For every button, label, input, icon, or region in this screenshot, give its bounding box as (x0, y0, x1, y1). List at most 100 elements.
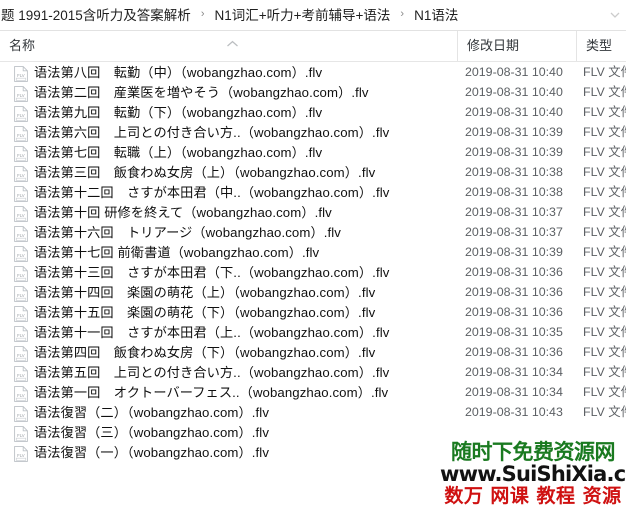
table-row[interactable]: FLV 语法第十回 研修を終えて（wobangzhao.com）.flv 2019-… (0, 203, 626, 223)
file-name-cell[interactable]: 语法第一回 オクトーバーフェス..（wobangzhao.com）.flv (34, 383, 454, 403)
file-type-cell: FLV 文件 (583, 385, 626, 399)
file-type-cell: FLV 文件 (583, 405, 626, 419)
file-date-cell (465, 423, 577, 443)
file-name-cell[interactable]: 语法復習（三）（wobangzhao.com）.flv (34, 423, 454, 443)
file-type-cell: FLV 文件 (583, 85, 626, 99)
file-list[interactable]: FLV 语法第八回 転勤（中）（wobangzhao.com）.flv 2019-0… (0, 63, 626, 510)
file-type-cell: FLV 文件 (583, 125, 626, 139)
svg-text:FLV: FLV (17, 413, 25, 418)
file-date-cell: 2019-08-31 10:40 (465, 85, 563, 99)
file-type-cell: FLV 文件 (583, 225, 626, 239)
file-name-cell[interactable]: 语法第七回 転職（上）（wobangzhao.com）.flv (34, 143, 454, 163)
file-type-cell: FLV 文件 (583, 165, 626, 179)
file-name-cell[interactable]: 语法復習（二）（wobangzhao.com）.flv (34, 403, 454, 423)
file-name-cell[interactable]: 语法第十回 研修を終えて（wobangzhao.com）.flv (34, 203, 454, 223)
table-row[interactable]: FLV 语法第十六回 トリアージ（wobangzhao.com）.flv 2019-… (0, 223, 626, 243)
file-type-cell: FLV 文件 (583, 285, 626, 299)
table-row[interactable]: FLV 语法第四回 飯食わぬ女房（下）（wobangzhao.com）.flv 20… (0, 343, 626, 363)
svg-text:FLV: FLV (17, 333, 25, 338)
table-row[interactable]: FLV 语法第九回 転勤（下）（wobangzhao.com）.flv 2019-0… (0, 103, 626, 123)
svg-text:FLV: FLV (17, 373, 25, 378)
flv-file-icon: FLV (14, 386, 28, 402)
file-name-cell[interactable]: 语法第十六回 トリアージ（wobangzhao.com）.flv (34, 223, 454, 243)
flv-file-icon: FLV (14, 366, 28, 382)
file-name-cell[interactable]: 语法復習（一）（wobangzhao.com）.flv (34, 443, 454, 463)
file-name-cell[interactable]: 语法第八回 転勤（中）（wobangzhao.com）.flv (34, 63, 454, 83)
flv-file-icon: FLV (14, 446, 28, 462)
table-row[interactable]: FLV 语法第十七回 前衛書道（wobangzhao.com）.flv 2019-0… (0, 243, 626, 263)
table-row[interactable]: FLV 语法第七回 転職（上）（wobangzhao.com）.flv 2019-0… (0, 143, 626, 163)
svg-text:FLV: FLV (17, 133, 25, 138)
table-row[interactable]: FLV 语法第一回 オクトーバーフェス..（wobangzhao.com）.flv… (0, 383, 626, 403)
breadcrumb-item-1[interactable]: 题 1991-2015含听力及答案解析 (0, 0, 193, 30)
svg-text:FLV: FLV (17, 253, 25, 258)
file-name-cell[interactable]: 语法第十七回 前衛書道（wobangzhao.com）.flv (34, 243, 454, 263)
svg-text:FLV: FLV (17, 153, 25, 158)
file-name-cell[interactable]: 语法第二回 産業医を増やそう（wobangzhao.com）.flv (34, 83, 454, 103)
file-date-cell: 2019-08-31 10:38 (465, 185, 563, 199)
svg-text:FLV: FLV (17, 293, 25, 298)
table-row[interactable]: FLV 语法第十五回 楽園の萌花（下）（wobangzhao.com）.flv 20… (0, 303, 626, 323)
file-date-cell: 2019-08-31 10:39 (465, 245, 563, 259)
file-type-cell (583, 423, 626, 443)
file-name-cell[interactable]: 语法第五回 上司との付き合い方..（wobangzhao.com）.flv (34, 363, 454, 383)
file-type-cell: FLV 文件 (583, 205, 626, 219)
file-type-cell: FLV 文件 (583, 105, 626, 119)
chevron-down-icon[interactable] (610, 11, 620, 19)
table-row[interactable]: FLV 语法第十二回 さすが本田君（中..（wobangzhao.com）.flv… (0, 183, 626, 203)
svg-text:FLV: FLV (17, 393, 25, 398)
file-name-cell[interactable]: 语法第三回 飯食わぬ女房（上）（wobangzhao.com）.flv (34, 163, 454, 183)
breadcrumb-item-2[interactable]: N1词汇+听力+考前辅导+语法 (212, 0, 392, 30)
table-row[interactable]: FLV 语法第五回 上司との付き合い方..（wobangzhao.com）.flv… (0, 363, 626, 383)
column-header-row: 名称 修改日期 类型 (0, 31, 626, 62)
column-header-date-modified[interactable]: 修改日期 (457, 31, 576, 61)
flv-file-icon: FLV (14, 286, 28, 302)
flv-file-icon: FLV (14, 406, 28, 422)
sort-ascending-icon (225, 40, 240, 48)
file-date-cell: 2019-08-31 10:39 (465, 145, 563, 159)
svg-text:FLV: FLV (17, 213, 25, 218)
flv-file-icon: FLV (14, 126, 28, 142)
svg-text:FLV: FLV (17, 313, 25, 318)
svg-text:FLV: FLV (17, 93, 25, 98)
flv-file-icon: FLV (14, 306, 28, 322)
file-name-cell[interactable]: 语法第六回 上司との付き合い方..（wobangzhao.com）.flv (34, 123, 454, 143)
file-date-cell: 2019-08-31 10:35 (465, 325, 563, 339)
table-row[interactable]: FLV 语法第十三回 さすが本田君（下..（wobangzhao.com）.flv… (0, 263, 626, 283)
flv-file-icon: FLV (14, 146, 28, 162)
table-row[interactable]: FLV 语法第二回 産業医を増やそう（wobangzhao.com）.flv 201… (0, 83, 626, 103)
file-name-cell[interactable]: 语法第十五回 楽園の萌花（下）（wobangzhao.com）.flv (34, 303, 454, 323)
file-name-cell[interactable]: 语法第十一回 さすが本田君（上..（wobangzhao.com）.flv (34, 323, 454, 343)
address-bar[interactable]: 题 1991-2015含听力及答案解析 › N1词汇+听力+考前辅导+语法 › … (0, 0, 626, 31)
breadcrumb-item-3[interactable]: N1语法 (412, 0, 460, 30)
file-date-cell: 2019-08-31 10:37 (465, 205, 563, 219)
table-row[interactable]: FLV 语法第六回 上司との付き合い方..（wobangzhao.com）.flv… (0, 123, 626, 143)
file-name-cell[interactable]: 语法第九回 転勤（下）（wobangzhao.com）.flv (34, 103, 454, 123)
table-row[interactable]: FLV 语法復習（二）（wobangzhao.com）.flv 2019-08-31… (0, 403, 626, 423)
flv-file-icon: FLV (14, 346, 28, 362)
table-row[interactable]: FLV 语法復習（三）（wobangzhao.com）.flv (0, 423, 626, 443)
table-row[interactable]: FLV 语法第十一回 さすが本田君（上..（wobangzhao.com）.flv… (0, 323, 626, 343)
file-type-cell: FLV 文件 (583, 305, 626, 319)
file-type-cell: FLV 文件 (583, 345, 626, 359)
file-name-cell[interactable]: 语法第十四回 楽園の萌花（上）（wobangzhao.com）.flv (34, 283, 454, 303)
flv-file-icon: FLV (14, 326, 28, 342)
table-row[interactable]: FLV 语法第八回 転勤（中）（wobangzhao.com）.flv 2019-0… (0, 63, 626, 83)
file-name-cell[interactable]: 语法第十三回 さすが本田君（下..（wobangzhao.com）.flv (34, 263, 454, 283)
column-header-type[interactable]: 类型 (576, 31, 626, 61)
file-date-cell: 2019-08-31 10:37 (465, 225, 563, 239)
table-row[interactable]: FLV 语法第十四回 楽園の萌花（上）（wobangzhao.com）.flv 20… (0, 283, 626, 303)
file-date-cell: 2019-08-31 10:36 (465, 285, 563, 299)
file-date-cell: 2019-08-31 10:38 (465, 165, 563, 179)
file-name-cell[interactable]: 语法第十二回 さすが本田君（中..（wobangzhao.com）.flv (34, 183, 454, 203)
file-explorer-window: 题 1991-2015含听力及答案解析 › N1词汇+听力+考前辅导+语法 › … (0, 0, 626, 510)
file-date-cell: 2019-08-31 10:36 (465, 305, 563, 319)
svg-text:FLV: FLV (17, 193, 25, 198)
file-type-cell: FLV 文件 (583, 325, 626, 339)
table-row[interactable]: FLV 语法第三回 飯食わぬ女房（上）（wobangzhao.com）.flv 20… (0, 163, 626, 183)
file-date-cell: 2019-08-31 10:34 (465, 365, 563, 379)
table-row[interactable]: FLV 语法復習（一）（wobangzhao.com）.flv (0, 443, 626, 463)
file-name-cell[interactable]: 语法第四回 飯食わぬ女房（下）（wobangzhao.com）.flv (34, 343, 454, 363)
file-date-cell: 2019-08-31 10:39 (465, 125, 563, 139)
file-type-cell: FLV 文件 (583, 65, 626, 79)
